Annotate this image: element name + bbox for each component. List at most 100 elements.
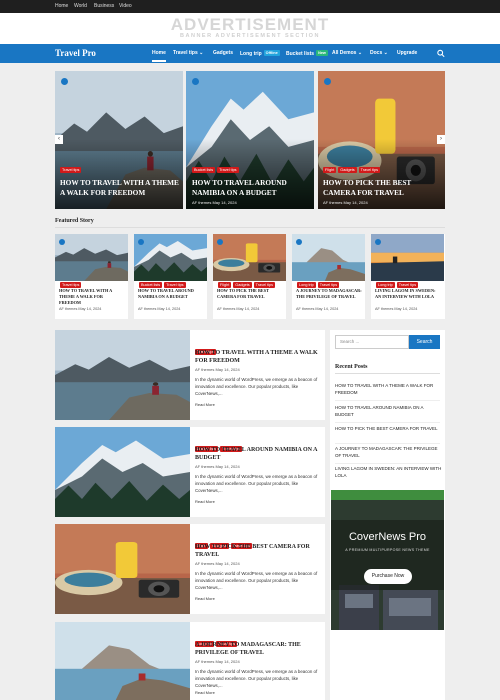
- site-logo[interactable]: Travel Pro: [55, 48, 96, 58]
- hero-categories: Travel tips: [60, 158, 83, 176]
- post-title[interactable]: HOW TO TRAVEL AROUND NAMIBIA ON A BUDGET: [195, 446, 322, 462]
- main-nav: Travel Pro Home Travel tips ⌄ Gadgets Lo…: [0, 44, 500, 63]
- search-input[interactable]: Search ...: [335, 335, 409, 349]
- category-tag[interactable]: Bucket lists: [192, 167, 216, 173]
- recent-posts-heading: Recent Posts: [335, 364, 368, 370]
- recent-post-link[interactable]: A JOURNEY TO MADAGASCAR: THE PRIVILEGE O…: [335, 445, 443, 459]
- ad-title: ADVERTISEMENT: [170, 15, 330, 34]
- divider: [335, 443, 440, 444]
- hero-title[interactable]: HOW TO PICK THE BEST CAMERA FOR TRAVEL: [323, 178, 441, 197]
- nav-badge: New: [316, 50, 328, 56]
- camera-icon: [192, 78, 199, 85]
- featured-meta: AF themes May 14, 2024: [138, 307, 181, 311]
- featured-meta: AF themes May 14, 2024: [375, 307, 418, 311]
- category-tag[interactable]: Flight: [323, 167, 337, 173]
- divider: [335, 400, 440, 401]
- featured-meta: AF themes May 14, 2024: [59, 307, 102, 311]
- camera-icon: [296, 239, 302, 245]
- hero-categories: Bucket lists Travel tips: [192, 158, 241, 176]
- featured-title[interactable]: A JOURNEY TO MADAGASCAR: THE PRIVILEGE O…: [296, 288, 362, 300]
- featured-title[interactable]: HOW TO PICK THE BEST CAMERA FOR TRAVEL: [217, 288, 283, 300]
- divider: [335, 373, 440, 374]
- nav-item-home[interactable]: Home: [152, 50, 166, 62]
- chevron-down-icon: ⌄: [357, 50, 363, 56]
- promo-subtitle: A PREMIUM MULTIPURPOSE NEWS THEME: [345, 548, 430, 552]
- topbar-link-business[interactable]: Business: [94, 3, 114, 9]
- camera-icon: [61, 78, 68, 85]
- divider: [55, 227, 445, 228]
- post-title[interactable]: A JOURNEY TO MADAGASCAR: THE PRIVILEGE O…: [195, 641, 322, 657]
- read-more-link[interactable]: Read More: [195, 690, 215, 695]
- camera-icon: [375, 239, 381, 245]
- post-image: [55, 330, 190, 420]
- slider-next-arrow[interactable]: ›: [437, 135, 445, 144]
- slider-prev-arrow[interactable]: ‹: [55, 135, 63, 144]
- featured-title[interactable]: HOW TO TRAVEL WITH A THEME A WALK FOR FR…: [59, 288, 125, 306]
- featured-card[interactable]: Flight Gadgets Travel tips HOW TO PICK THE…: [213, 234, 286, 319]
- featured-meta: AF themes May 14, 2024: [217, 307, 260, 311]
- post-item[interactable]: Long trip Travel tips A JOURNEY TO MADAGA…: [55, 622, 325, 700]
- nav-label: Travel tips: [173, 50, 198, 56]
- post-item[interactable]: Bucket lists Travel tips HOW TO TRAVEL AR…: [55, 427, 325, 517]
- top-bar: Home World Business Video: [0, 0, 500, 13]
- featured-card[interactable]: Long trip Travel tips LIVING LAGOM IN SWE…: [371, 234, 445, 319]
- featured-title[interactable]: LIVING LAGOM IN SWEDEN: AN INTERVIEW WIT…: [375, 288, 441, 300]
- search-icon[interactable]: [437, 49, 445, 58]
- post-image: [55, 622, 190, 700]
- read-more-link[interactable]: Read More: [195, 499, 215, 504]
- post-item[interactable]: Travel tips HOW TO TRAVEL WITH A THEME A…: [55, 330, 325, 420]
- promo-background: [331, 490, 444, 630]
- hero-meta: AF themes May 14, 2024: [323, 200, 368, 205]
- read-more-link[interactable]: Read More: [195, 402, 215, 407]
- chevron-down-icon: ⌄: [383, 50, 388, 56]
- chevron-down-icon: ⌄: [199, 50, 204, 56]
- ad-subtitle: BANNER ADVERTISEMENT SECTION: [180, 33, 320, 39]
- post-excerpt: In the dynamic world of WordPress, we em…: [195, 571, 318, 590]
- category-tag[interactable]: Travel tips: [358, 167, 381, 173]
- topbar-link-world[interactable]: World: [74, 3, 87, 9]
- divider: [335, 422, 440, 423]
- nav-item-long-trip[interactable]: Long trip Offline: [240, 50, 280, 57]
- topbar-link-home[interactable]: Home: [55, 3, 68, 9]
- post-excerpt: In the dynamic world of WordPress, we em…: [195, 377, 318, 396]
- category-tag[interactable]: Travel tips: [217, 167, 239, 173]
- promo-banner[interactable]: CoverNews Pro A PREMIUM MULTIPURPOSE NEW…: [331, 490, 444, 630]
- nav-item-travel-tips[interactable]: Travel tips ⌄: [173, 50, 203, 56]
- topbar-link-video[interactable]: Video: [119, 3, 132, 9]
- recent-post-link[interactable]: HOW TO TRAVEL WITH A THEME A WALK FOR FR…: [335, 382, 443, 396]
- purchase-button[interactable]: Purchase Now: [364, 569, 412, 584]
- featured-card[interactable]: Long trip Travel tips A JOURNEY TO MADAGA…: [292, 234, 365, 319]
- category-tag[interactable]: Gadgets: [338, 167, 357, 173]
- post-title[interactable]: HOW TO TRAVEL WITH A THEME A WALK FOR FR…: [195, 349, 322, 365]
- post-item[interactable]: Flight Gadgets Travel tips HOW TO PICK THE…: [55, 524, 325, 614]
- hero-slide[interactable]: Bucket lists Travel tips HOW TO TRAVEL AR…: [186, 71, 314, 209]
- nav-label: Long trip: [240, 51, 262, 57]
- featured-card[interactable]: Travel tips HOW TO TRAVEL WITH A THEME A…: [55, 234, 128, 319]
- nav-item-bucket-lists[interactable]: Bucket lists New: [286, 50, 328, 57]
- recent-post-link[interactable]: HOW TO TRAVEL AROUND NAMIBIA ON A BUDGET: [335, 404, 443, 418]
- post-image: [55, 524, 190, 614]
- ad-banner: ADVERTISEMENT BANNER ADVERTISEMENT SECTI…: [0, 13, 500, 44]
- nav-item-gadgets[interactable]: Gadgets: [213, 50, 233, 56]
- camera-icon: [324, 78, 331, 85]
- recent-post-link[interactable]: LIVING LAGOM IN SWEDEN: AN INTERVIEW WIT…: [335, 465, 443, 479]
- read-more-link[interactable]: Read More: [195, 596, 215, 601]
- post-meta: AF themes May 14, 2024: [195, 659, 240, 664]
- post-meta: AF themes May 14, 2024: [195, 561, 240, 566]
- post-excerpt: In the dynamic world of WordPress, we em…: [195, 669, 318, 688]
- post-meta: AF themes May 14, 2024: [195, 464, 240, 469]
- featured-meta: AF themes May 14, 2024: [296, 307, 339, 311]
- search-button[interactable]: Search: [409, 335, 440, 349]
- hero-slide[interactable]: Travel tips HOW TO TRAVEL WITH A THEME A…: [55, 71, 183, 209]
- nav-item-upgrade[interactable]: Upgrade: [397, 50, 417, 56]
- hero-title[interactable]: HOW TO TRAVEL WITH A THEME A WALK FOR FR…: [60, 178, 180, 197]
- nav-item-docs[interactable]: Docs ⌄: [370, 50, 388, 56]
- hero-title[interactable]: HOW TO TRAVEL AROUND NAMIBIA ON A BUDGET: [192, 178, 310, 197]
- hero-slide[interactable]: Flight Gadgets Travel tips HOW TO PICK THE…: [318, 71, 445, 209]
- featured-title[interactable]: HOW TO TRAVEL AROUND NAMIBIA ON A BUDGET: [138, 288, 204, 300]
- category-tag[interactable]: Travel tips: [60, 167, 82, 173]
- recent-post-link[interactable]: HOW TO PICK THE BEST CAMERA FOR TRAVEL: [335, 425, 443, 432]
- featured-card[interactable]: Bucket lists Travel tips HOW TO TRAVEL AR…: [134, 234, 207, 319]
- post-title[interactable]: HOW TO PICK THE BEST CAMERA FOR TRAVEL: [195, 543, 322, 559]
- nav-item-all-demos[interactable]: All Demos ⌄: [332, 50, 362, 56]
